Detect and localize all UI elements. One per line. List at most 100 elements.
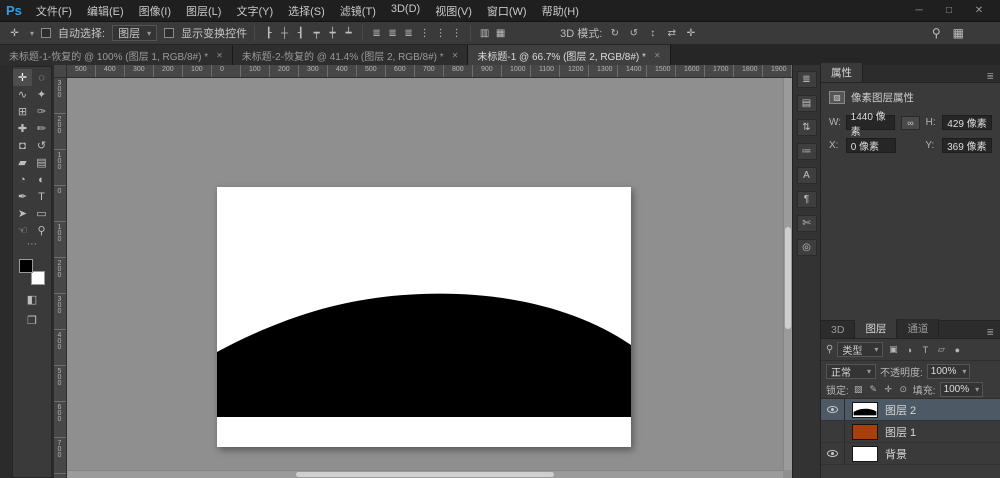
layer-row-layer1[interactable]: 图层 1	[821, 421, 1000, 443]
vertical-scrollbar-thumb[interactable]	[785, 227, 791, 329]
menu-type[interactable]: 文字(Y)	[236, 3, 273, 19]
zoom-tool[interactable]: ⚲	[32, 222, 51, 239]
paragraph-panel-icon[interactable]: ¶	[797, 191, 817, 208]
clone-source-panel-icon[interactable]: ✄	[797, 215, 817, 232]
tab-close-icon[interactable]: ✕	[452, 51, 459, 60]
distribute-bottom-icon[interactable]: ≣	[402, 28, 415, 39]
layer-thumbnail[interactable]	[852, 446, 878, 462]
x-field[interactable]: 0 像素	[846, 138, 896, 153]
tab-3d[interactable]: 3D	[821, 322, 855, 338]
3d-slide-icon[interactable]: ⇄	[665, 28, 678, 39]
tab-layers[interactable]: 图层	[855, 319, 897, 338]
layer-row-layer2[interactable]: 图层 2	[821, 399, 1000, 421]
3d-rotate-icon[interactable]: ↻	[608, 28, 621, 39]
blur-tool[interactable]: ◔	[13, 171, 32, 188]
show-transform-checkbox[interactable]	[164, 28, 174, 38]
tab-close-icon[interactable]: ✕	[654, 51, 661, 60]
document-tab-1[interactable]: 未标题-1-恢复的 @ 100% (图层 1, RGB/8#) * ✕	[0, 45, 233, 65]
move-tool[interactable]: ✛	[13, 69, 32, 86]
tab-channels[interactable]: 通道	[897, 319, 939, 338]
background-color-swatch[interactable]	[31, 271, 45, 285]
styles-panel-icon[interactable]: ≔	[797, 143, 817, 160]
layer-name[interactable]: 背景	[885, 446, 907, 462]
history-brush-tool[interactable]: ↺	[32, 137, 51, 154]
blend-mode-dropdown[interactable]: 正常 ▾	[826, 364, 876, 379]
current-tool-icon[interactable]: ✛	[8, 28, 21, 39]
opacity-dropdown[interactable]: 100% ▾	[927, 364, 971, 379]
y-field[interactable]: 369 像素	[942, 138, 992, 153]
auto-align-layers-icon[interactable]: ▦	[494, 28, 507, 39]
eraser-tool[interactable]: ▰	[13, 154, 32, 171]
clone-stamp-tool[interactable]: ◘	[13, 137, 32, 154]
3d-roll-icon[interactable]: ↺	[627, 28, 640, 39]
eyedropper-tool[interactable]: ✑	[32, 103, 51, 120]
distribute-hcenter-icon[interactable]: ⋮	[434, 28, 447, 39]
ruler-origin-corner[interactable]	[54, 65, 67, 78]
brush-panel-icon[interactable]: ◎	[797, 239, 817, 256]
path-selection-tool[interactable]: ➤	[13, 205, 32, 222]
vertical-ruler[interactable]: 300 200 100 0 100 200 300 400 500 600 70…	[54, 78, 67, 478]
filter-shape-layers-icon[interactable]: ▱	[935, 344, 947, 355]
align-right-icon[interactable]: ┨	[294, 28, 307, 39]
shape-tool[interactable]: ▭	[32, 205, 51, 222]
menu-edit[interactable]: 编辑(E)	[87, 3, 124, 19]
menu-image[interactable]: 图像(I)	[139, 3, 171, 19]
filter-adjustment-layers-icon[interactable]: ◑	[903, 345, 915, 355]
3d-scale-icon[interactable]: ✛	[684, 28, 697, 39]
auto-select-dropdown[interactable]: 图层 ▾	[112, 25, 157, 41]
hand-tool[interactable]: ☜	[13, 222, 32, 239]
lock-position-icon[interactable]: ✛	[883, 384, 894, 395]
adjustments-panel-icon[interactable]: ⇅	[797, 119, 817, 136]
distribute-spacing-icon[interactable]: ▥	[478, 28, 491, 39]
panel-menu-icon[interactable]: ≣	[986, 71, 994, 82]
menu-layer[interactable]: 图层(L)	[186, 3, 221, 19]
close-button[interactable]: ✕	[964, 5, 994, 16]
width-field[interactable]: 1440 像素	[846, 115, 896, 130]
search-icon[interactable]: ⚲	[932, 26, 941, 40]
brush-tool[interactable]: ✏	[32, 120, 51, 137]
marquee-tool[interactable]: ◌	[32, 69, 51, 86]
character-panel-icon[interactable]: A	[797, 167, 817, 184]
fill-dropdown[interactable]: 100% ▾	[940, 382, 984, 397]
quick-mask-icon[interactable]: ◧	[27, 293, 37, 306]
layer-thumbnail[interactable]	[852, 424, 878, 440]
panel-menu-icon[interactable]: ≣	[986, 327, 994, 338]
layer-filter-dropdown[interactable]: 类型 ▾	[837, 342, 883, 357]
magic-wand-tool[interactable]: ✦	[32, 86, 51, 103]
foreground-color-swatch[interactable]	[19, 259, 33, 273]
visibility-toggle[interactable]	[821, 443, 845, 464]
lasso-tool[interactable]: ∿	[13, 86, 32, 103]
document-tab-3[interactable]: 未标题-1 @ 66.7% (图层 2, RGB/8#) * ✕	[468, 45, 670, 65]
distribute-left-icon[interactable]: ⋮	[418, 28, 431, 39]
filter-pixel-layers-icon[interactable]: ▣	[887, 344, 899, 355]
layer-row-background[interactable]: 背景	[821, 443, 1000, 465]
lock-pixels-icon[interactable]: ✎	[868, 384, 879, 395]
dodge-tool[interactable]: ◐	[32, 171, 51, 188]
menu-file[interactable]: 文件(F)	[36, 3, 72, 19]
document-tab-2[interactable]: 未标题-2-恢复的 @ 41.4% (图层 2, RGB/8#) * ✕	[233, 45, 469, 65]
align-center-v-icon[interactable]: ┿	[326, 28, 339, 39]
align-left-icon[interactable]: ┠	[262, 28, 275, 39]
align-center-h-icon[interactable]: ┼	[278, 28, 291, 39]
distribute-vcenter-icon[interactable]: ≣	[386, 28, 399, 39]
menu-window[interactable]: 窗口(W)	[487, 3, 527, 19]
menu-help[interactable]: 帮助(H)	[542, 3, 579, 19]
tab-close-icon[interactable]: ✕	[216, 51, 223, 60]
layer-name[interactable]: 图层 1	[885, 424, 916, 440]
visibility-toggle[interactable]	[821, 421, 845, 442]
tool-preset-chevron-icon[interactable]: ▾	[30, 29, 34, 38]
filter-smart-objects-icon[interactable]: ●	[951, 345, 963, 355]
link-dimensions-icon[interactable]: ∞	[901, 116, 919, 130]
gradient-tool[interactable]: ▤	[32, 154, 51, 171]
horizontal-ruler[interactable]: 500 400 300 200 100 0 100 200 300 400 50…	[67, 65, 792, 78]
menu-view[interactable]: 视图(V)	[435, 3, 472, 19]
filter-type-layers-icon[interactable]: T	[919, 345, 931, 355]
3d-drag-icon[interactable]: ↕	[646, 28, 659, 39]
type-tool[interactable]: T	[32, 188, 51, 205]
menu-3d[interactable]: 3D(D)	[391, 3, 420, 19]
canvas-viewport[interactable]	[67, 78, 792, 478]
auto-select-checkbox[interactable]	[41, 28, 51, 38]
layer-thumbnail[interactable]	[852, 402, 878, 418]
workspace-icon[interactable]: ▦	[953, 26, 964, 40]
lock-all-icon[interactable]: ⊙	[898, 384, 909, 395]
